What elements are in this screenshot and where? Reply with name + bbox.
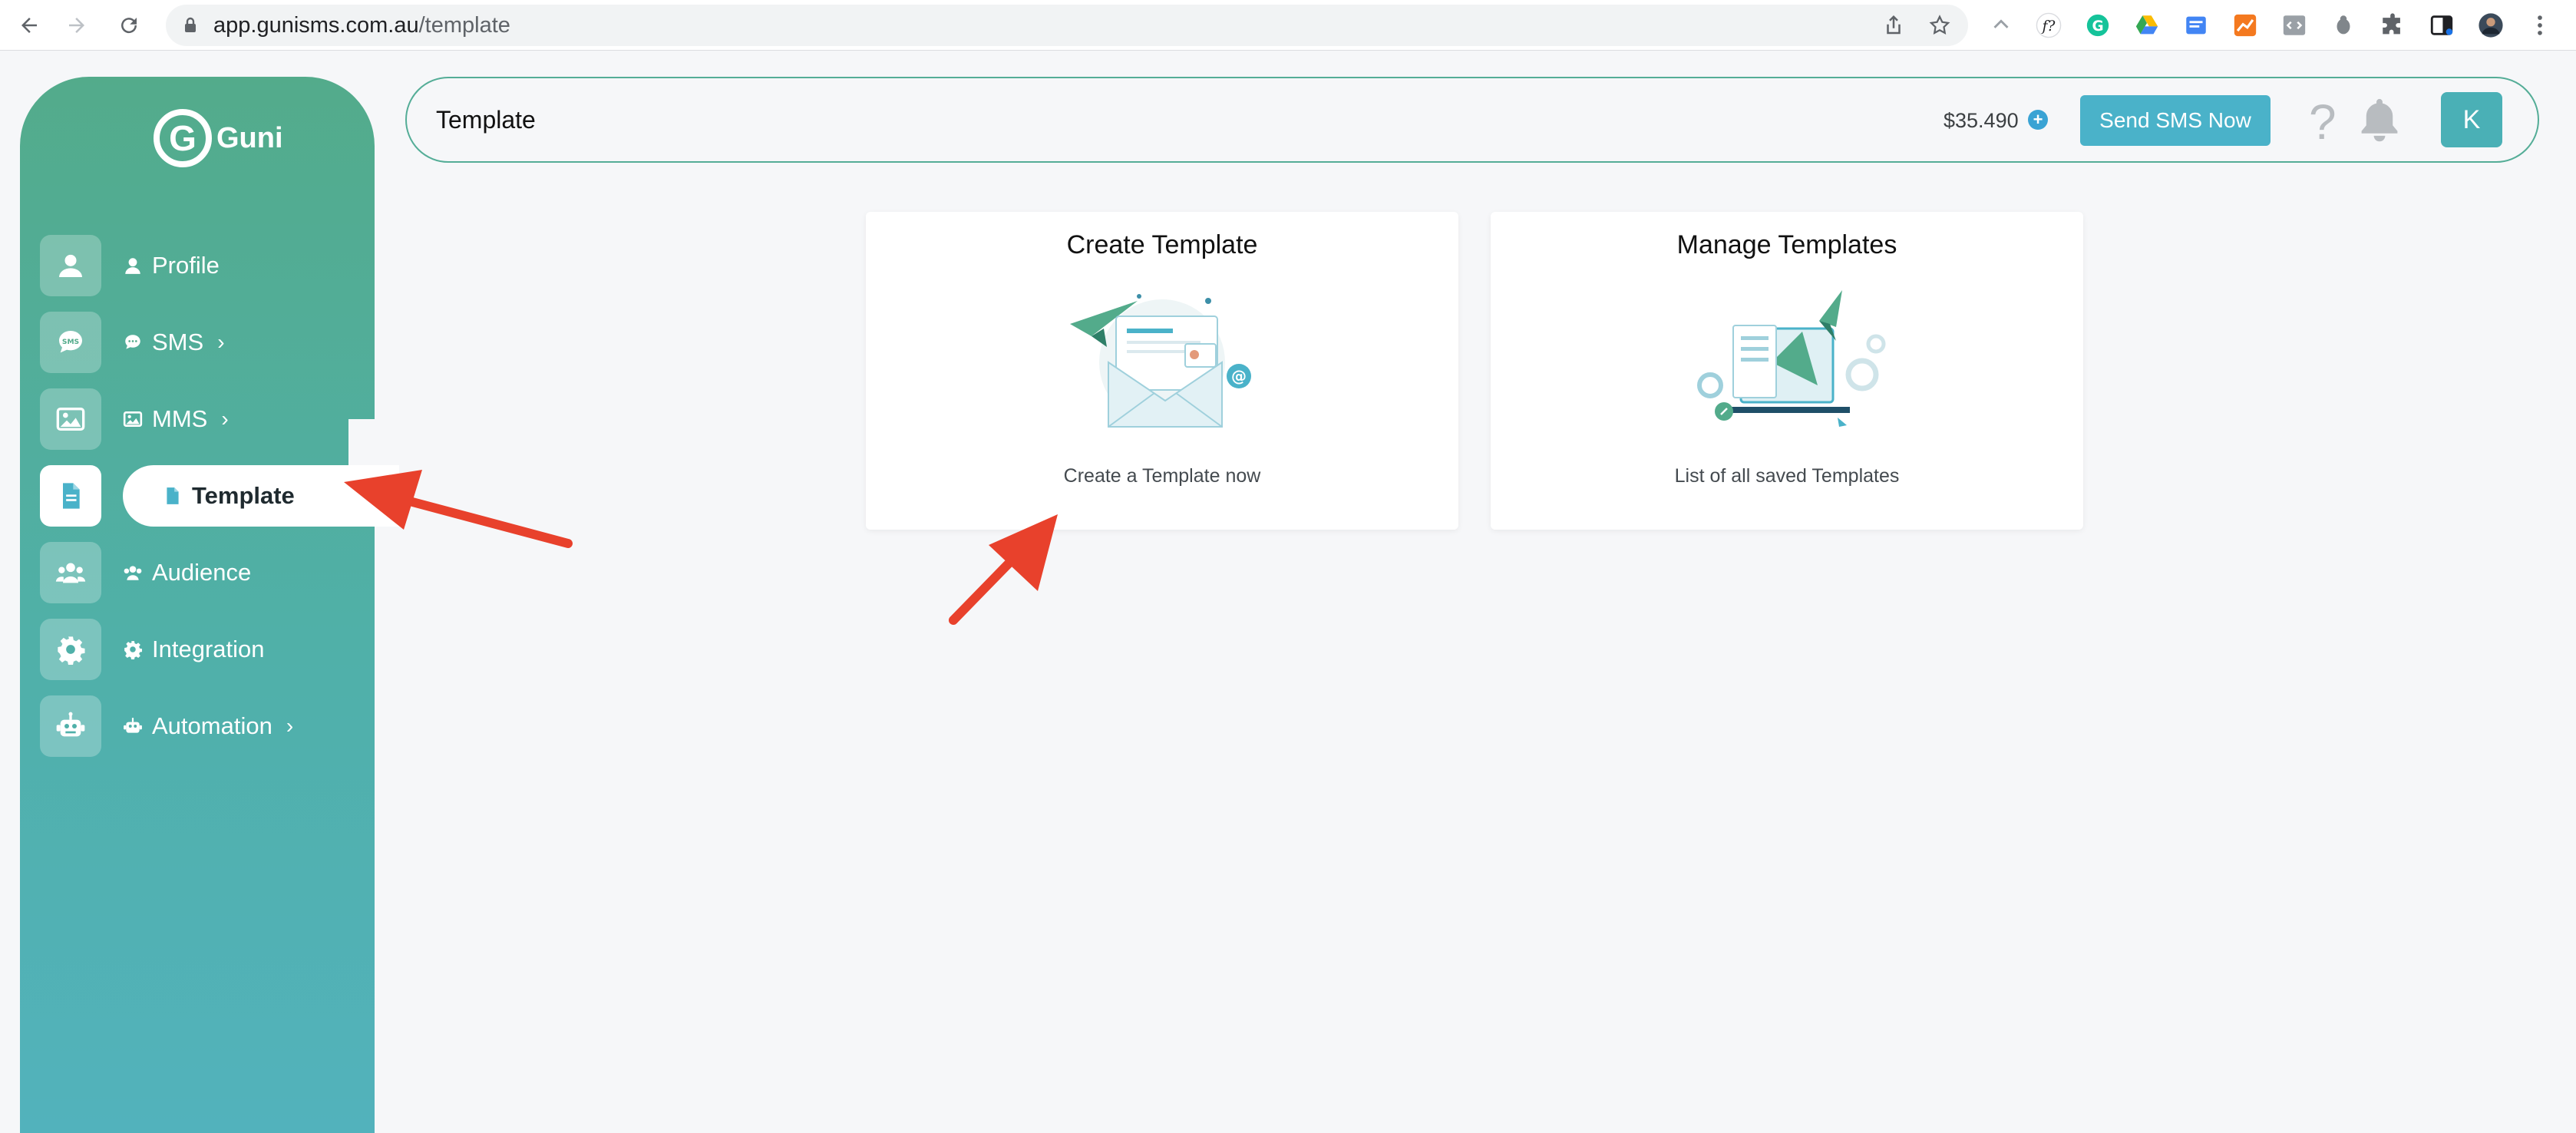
card-subtitle: Create a Template now: [1063, 465, 1261, 487]
template-label: Template: [192, 482, 295, 509]
chevron-right-icon: ›: [221, 407, 229, 431]
sms-label: SMS: [152, 329, 204, 355]
bell-icon[interactable]: [2356, 95, 2403, 144]
image-icon: [56, 408, 85, 431]
automation-label: Automation: [152, 712, 272, 739]
chat-small-icon: [125, 335, 140, 349]
sidebar-item-label: Automation ›: [123, 695, 293, 757]
sidebar-item-label: MMS ›: [123, 388, 229, 450]
active-curve-top: [348, 419, 395, 465]
extension-bug-icon[interactable]: [2329, 11, 2358, 40]
sidebar-item-template[interactable]: Template: [20, 419, 399, 527]
sidebar-item-label: Integration: [123, 619, 265, 680]
laptop-documents-illustration-icon: [1697, 290, 1886, 427]
url-path: /template: [418, 13, 510, 38]
url-text: app.gunisms.com.au/template: [213, 13, 510, 38]
sidepanel-icon[interactable]: [2427, 11, 2456, 40]
logo-g-mark: G: [154, 109, 212, 167]
extension-icon-1[interactable]: [1986, 11, 2016, 40]
integration-label: Integration: [152, 636, 265, 662]
arrow-left-icon: [21, 18, 37, 33]
forward-button[interactable]: [61, 10, 92, 41]
robot-icon: [56, 712, 85, 737]
user-small-icon: [125, 258, 140, 274]
browser-toolbar: app.gunisms.com.au/template f? G: [0, 0, 2576, 51]
envelope-illustration-icon: @: [1070, 294, 1251, 428]
extensions-puzzle-icon[interactable]: [2378, 11, 2407, 40]
arrow-right-icon: [69, 18, 84, 33]
sidebar-item-profile[interactable]: Profile: [20, 235, 375, 296]
lock-icon: [185, 17, 196, 32]
sidebar-item-mms[interactable]: MMS ›: [20, 388, 375, 450]
sidebar-item-label: Audience: [123, 542, 251, 603]
sidebar: G Guni Profile SMS SMS › MMS › Template …: [20, 77, 399, 1133]
sidebar-item-audience[interactable]: Audience: [20, 542, 375, 603]
back-button[interactable]: [14, 10, 45, 41]
browser-menu-icon[interactable]: [2525, 11, 2555, 40]
user-avatar[interactable]: K: [2441, 92, 2502, 147]
sidebar-item-label: SMS ›: [123, 312, 225, 373]
chevron-right-icon: ›: [217, 330, 225, 354]
grammarly-icon[interactable]: G: [2083, 11, 2112, 40]
users-icon: [55, 563, 86, 583]
card-subtitle: List of all saved Templates: [1674, 465, 1900, 487]
extension-formula-icon[interactable]: f?: [2034, 11, 2063, 40]
integration-icon-box: [40, 619, 101, 680]
robot-small-icon: [124, 718, 142, 733]
reload-icon: [121, 18, 137, 34]
file-small-icon: [167, 487, 179, 504]
gear-icon: [58, 636, 85, 665]
mms-icon-box: [40, 388, 101, 450]
svg-text:G: G: [2092, 18, 2103, 35]
extension-docs-icon[interactable]: [2181, 11, 2211, 40]
page-title: Template: [436, 106, 536, 134]
arrow-to-create-template: [949, 514, 1058, 625]
sidebar-item-integration[interactable]: Integration: [20, 619, 375, 680]
chevron-right-icon: ›: [286, 714, 294, 738]
page-header: Template $35.490 + Send SMS Now ? K: [405, 77, 2539, 163]
sms-icon-box: SMS: [40, 312, 101, 373]
users-small-icon: [124, 566, 142, 580]
svg-text:@: @: [1231, 367, 1247, 385]
sidebar-item-automation[interactable]: Automation ›: [20, 695, 375, 757]
account-balance: $35.490: [1944, 109, 2019, 132]
svg-text:SMS: SMS: [62, 338, 79, 346]
drive-icon[interactable]: [2132, 11, 2162, 40]
address-bar[interactable]: app.gunisms.com.au/template: [166, 5, 1968, 46]
share-icon[interactable]: [1882, 14, 1905, 37]
add-credit-icon[interactable]: +: [2028, 110, 2048, 130]
sidebar-item-label: Profile: [123, 235, 220, 296]
extension-code-icon[interactable]: [2280, 11, 2309, 40]
user-icon: [59, 254, 82, 277]
reload-button[interactable]: [114, 10, 144, 41]
create-template-card[interactable]: Create Template @ Create a Template now: [866, 212, 1458, 530]
gear-small-icon: [124, 641, 143, 659]
mms-label: MMS: [152, 405, 208, 432]
template-icon-box: [40, 465, 101, 527]
profile-avatar-icon[interactable]: [2476, 11, 2505, 40]
sidebar-item-sms[interactable]: SMS SMS ›: [20, 312, 375, 373]
manage-templates-card[interactable]: Manage Templates List of all saved Templ…: [1491, 212, 2083, 530]
logo-text: Guni: [216, 121, 283, 154]
bookmark-star-icon[interactable]: [1928, 14, 1951, 37]
card-title: Manage Templates: [1676, 230, 1897, 259]
profile-label: Profile: [152, 252, 220, 279]
image-small-icon: [123, 411, 143, 427]
svg-text:f?: f?: [2041, 18, 2056, 35]
audience-icon-box: [40, 542, 101, 603]
automation-icon-box: [40, 695, 101, 757]
audience-label: Audience: [152, 559, 252, 586]
guni-logo[interactable]: G Guni: [154, 107, 283, 169]
sms-icon: SMS: [59, 331, 82, 353]
profile-icon-box: [40, 235, 101, 296]
send-sms-now-button[interactable]: Send SMS Now: [2080, 95, 2271, 146]
annotation-arrows: [344, 470, 1058, 625]
help-icon[interactable]: ?: [2309, 94, 2337, 150]
sidebar-item-label: Template: [163, 465, 295, 527]
url-host: app.gunisms.com.au: [213, 13, 419, 38]
extension-chart-icon[interactable]: [2231, 11, 2260, 40]
card-title: Create Template: [1066, 230, 1258, 259]
file-icon: [63, 483, 80, 509]
